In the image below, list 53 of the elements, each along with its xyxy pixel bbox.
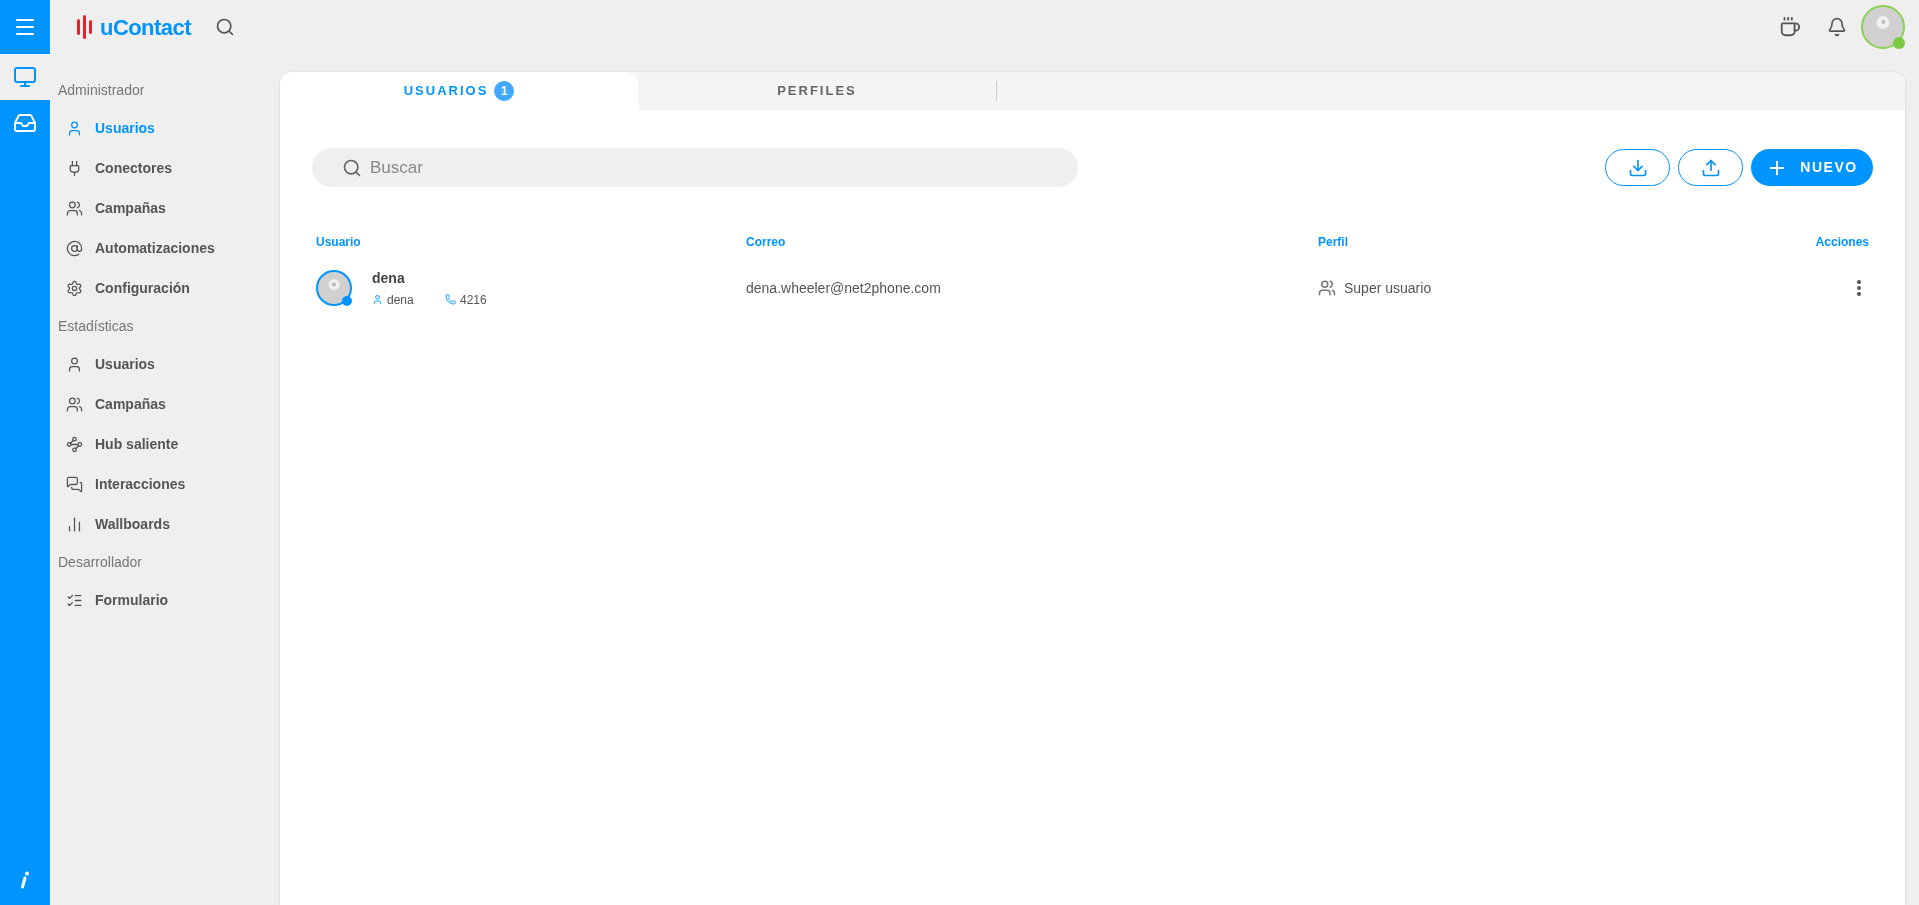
- sidebar-item[interactable]: Conectores: [58, 148, 280, 188]
- coffee-icon[interactable]: [1779, 16, 1801, 38]
- table-cell-text: dena.wheeler@net2phone.com: [745, 278, 942, 298]
- count-badge: 1: [494, 81, 515, 101]
- sidebar-item[interactable]: Automatizaciones: [58, 228, 280, 268]
- sidebar-item[interactable]: Interacciones: [58, 464, 280, 504]
- download-icon: [1627, 157, 1648, 178]
- search-button[interactable]: [214, 17, 235, 37]
- logo-icon: [76, 15, 94, 39]
- hub-icon: [66, 435, 83, 453]
- sidebar-item[interactable]: Formulario: [58, 580, 280, 620]
- user-name: dena: [372, 268, 406, 288]
- brand-name: uContact: [100, 13, 191, 42]
- sidebar-item[interactable]: Campañas: [58, 384, 280, 424]
- extension: 4216: [460, 291, 487, 309]
- user-avatar[interactable]: [1861, 5, 1905, 49]
- more-icon: [1857, 280, 1861, 296]
- chat-icon: [66, 475, 83, 493]
- sidebar-item[interactable]: Configuración: [58, 268, 280, 308]
- tab[interactable]: PERFILES: [638, 72, 996, 110]
- column-header: Correo: [745, 234, 787, 251]
- column-header: Usuario: [315, 234, 362, 251]
- sidebar-item[interactable]: Wallboards: [58, 504, 280, 544]
- rail-tab[interactable]: [0, 54, 50, 100]
- search-icon: [214, 17, 235, 37]
- user-icon: [66, 119, 83, 137]
- sidebar-item[interactable]: Usuarios: [58, 344, 280, 384]
- column-header: Perfil: [1317, 234, 1349, 251]
- info-icon[interactable]: [20, 871, 30, 889]
- user-icon: [66, 355, 83, 373]
- notifications-icon[interactable]: [1827, 17, 1847, 37]
- section-title: Administrador: [58, 80, 146, 100]
- search-field[interactable]: Buscar: [312, 148, 1078, 187]
- search-icon: [342, 158, 362, 178]
- table-cell-text: Super usuario: [1344, 278, 1432, 298]
- sidebar-item[interactable]: Campañas: [58, 188, 280, 228]
- section-title: Estadísticas: [58, 316, 135, 336]
- section-title: Desarrollador: [58, 552, 144, 572]
- inbox-icon: [13, 111, 37, 135]
- group-icon: [66, 395, 83, 413]
- monitor-icon: [13, 65, 37, 89]
- upload-icon: [1700, 157, 1721, 178]
- username: dena: [387, 291, 415, 309]
- phone-icon: [445, 294, 456, 305]
- at-sign-icon: [66, 239, 83, 257]
- sidebar-item[interactable]: Hub saliente: [58, 424, 280, 464]
- group-icon: [66, 199, 83, 217]
- column-header: Acciones: [1814, 234, 1870, 251]
- profile-icon: [1318, 279, 1336, 297]
- settings-icon: [66, 279, 83, 297]
- bar-chart-icon: [66, 515, 83, 533]
- user-icon: [372, 294, 383, 305]
- row-avatar[interactable]: [316, 270, 352, 306]
